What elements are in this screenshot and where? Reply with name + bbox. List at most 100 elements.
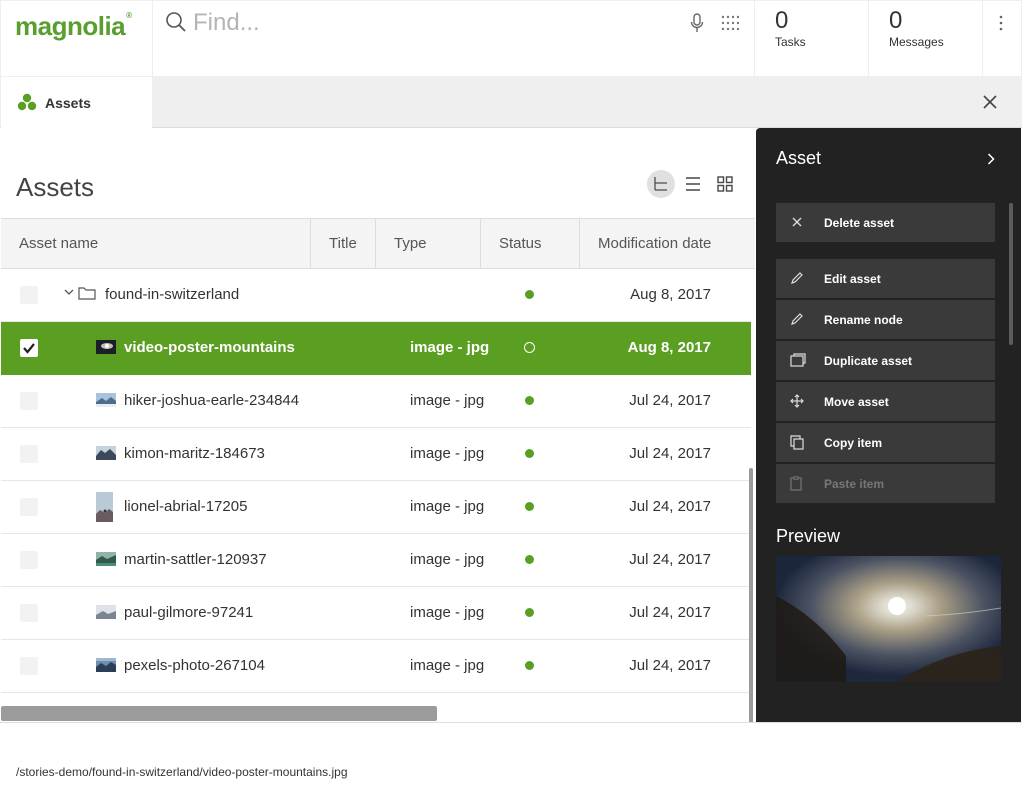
column-header-title[interactable]: Title (311, 219, 376, 269)
top-bar: magnolia® 0 Tasks 0 Messages (0, 0, 1022, 77)
column-header-status[interactable]: Status (481, 219, 580, 269)
asset-name: lionel-abrial-17205 (124, 498, 248, 515)
modification-date: Jul 24, 2017 (629, 604, 711, 621)
tasks-count: 0 (775, 7, 789, 34)
asset-type: image - jpg (410, 604, 485, 621)
column-header-modification-date[interactable]: Modification date (580, 219, 755, 269)
edit-asset-button[interactable]: Edit asset (776, 259, 995, 298)
table-row[interactable]: pexels-photo-267104 image - jpg Jul 24, … (1, 640, 751, 693)
asset-type: image - jpg (410, 657, 485, 674)
status-published-icon (525, 290, 534, 299)
horizontal-scrollbar[interactable] (1, 706, 437, 721)
panel-scrollbar[interactable] (1009, 203, 1013, 345)
preview-image (776, 556, 1001, 682)
status-published-icon (525, 608, 534, 617)
duplicate-asset-button[interactable]: Duplicate asset (776, 341, 995, 380)
close-app-icon[interactable] (982, 94, 998, 110)
asset-type: image - jpg (410, 392, 485, 409)
modification-date: Jul 24, 2017 (629, 657, 711, 674)
table-row[interactable]: paul-gilmore-97241 image - jpg Jul 24, 2… (1, 587, 751, 640)
column-header-asset-name[interactable]: Asset name (1, 219, 311, 269)
move-icon (790, 394, 804, 408)
copy-icon (790, 435, 804, 450)
action-label: Move asset (824, 395, 889, 409)
page-title: Assets (16, 172, 95, 202)
chevron-right-icon[interactable] (987, 153, 995, 165)
row-checkbox[interactable] (20, 551, 38, 569)
modification-date: Aug 8, 2017 (630, 286, 711, 303)
row-checkbox[interactable] (20, 498, 38, 516)
pencil-icon (790, 271, 804, 285)
duplicate-icon (790, 353, 806, 367)
selected-asset-path: /stories-demo/found-in-switzerland/video… (16, 765, 348, 779)
messages-label: Messages (889, 35, 944, 49)
tree-view-button[interactable] (647, 170, 675, 198)
asset-type: image - jpg (410, 551, 485, 568)
grid-view-button[interactable] (711, 170, 739, 198)
move-asset-button[interactable]: Move asset (776, 382, 995, 421)
tasks-indicator[interactable]: 0 Tasks (755, 1, 868, 76)
row-checkbox[interactable] (20, 445, 38, 463)
copy-item-button[interactable]: Copy item (776, 423, 995, 462)
pencil-icon (790, 312, 804, 326)
delete-asset-button[interactable]: Delete asset (776, 203, 995, 242)
microphone-icon[interactable] (690, 13, 704, 33)
list-view-button[interactable] (679, 170, 707, 198)
search-icon[interactable] (165, 11, 187, 33)
table-header: Asset name Title Type Status Modificatio… (1, 218, 755, 269)
asset-name: kimon-maritz-184673 (124, 445, 265, 462)
asset-name: pexels-photo-267104 (124, 657, 265, 674)
rename-node-button[interactable]: Rename node (776, 300, 995, 339)
status-published-icon (525, 661, 534, 670)
clipboard-icon (790, 476, 802, 491)
action-label: Paste item (824, 477, 885, 491)
asset-table-body: found-in-switzerland Aug 8, 2017 video-p… (1, 269, 751, 693)
row-checkbox-checked[interactable] (20, 339, 38, 357)
paste-item-button[interactable]: Paste item (776, 464, 995, 503)
modification-date: Jul 24, 2017 (629, 498, 711, 515)
image-thumbnail (96, 340, 116, 354)
messages-indicator[interactable]: 0 Messages (869, 1, 982, 76)
row-checkbox[interactable] (20, 604, 38, 622)
browser-main: Assets Asset name Title Type Status Modi… (0, 128, 755, 774)
kebab-menu-icon (999, 15, 1003, 31)
asset-type: image - jpg (410, 445, 485, 462)
close-icon (790, 215, 804, 229)
asset-type: image - jpg (410, 498, 485, 515)
table-row[interactable]: lionel-abrial-17205 image - jpg Jul 24, … (1, 481, 751, 534)
folder-icon (78, 286, 96, 300)
action-label: Copy item (824, 436, 883, 450)
tab-assets[interactable]: Assets (1, 77, 152, 128)
asset-type: image - jpg (410, 339, 490, 356)
asset-name: paul-gilmore-97241 (124, 604, 254, 621)
row-checkbox[interactable] (20, 286, 38, 304)
modification-date: Aug 8, 2017 (627, 339, 711, 356)
modification-date: Jul 24, 2017 (629, 445, 711, 462)
table-row[interactable]: found-in-switzerland Aug 8, 2017 (1, 269, 751, 322)
action-label: Rename node (824, 313, 903, 327)
modification-date: Jul 24, 2017 (629, 392, 711, 409)
column-header-type[interactable]: Type (376, 219, 481, 269)
action-label: Duplicate asset (824, 354, 913, 368)
row-checkbox[interactable] (20, 657, 38, 675)
image-thumbnail (96, 605, 116, 619)
row-checkbox[interactable] (20, 392, 38, 410)
status-modified-icon (524, 342, 535, 353)
image-thumbnail (96, 492, 113, 522)
chevron-down-icon[interactable] (64, 287, 74, 297)
asset-name: hiker-joshua-earle-234844 (124, 392, 300, 409)
magnolia-logo: magnolia® (15, 11, 132, 41)
image-thumbnail (96, 393, 116, 407)
table-row[interactable]: kimon-maritz-184673 image - jpg Jul 24, … (1, 428, 751, 481)
status-published-icon (525, 449, 534, 458)
table-row[interactable]: martin-sattler-120937 image - jpg Jul 24… (1, 534, 751, 587)
more-menu-button[interactable] (983, 1, 1021, 76)
tab-label: Assets (45, 95, 91, 111)
table-row[interactable]: hiker-joshua-earle-234844 image - jpg Ju… (1, 375, 751, 428)
preview-heading: Preview (776, 526, 841, 546)
messages-count: 0 (889, 7, 903, 34)
app-launcher-icon[interactable] (721, 15, 739, 31)
table-row-selected[interactable]: video-poster-mountains image - jpg Aug 8… (1, 322, 751, 375)
logo-area[interactable]: magnolia® (1, 1, 152, 76)
search-input[interactable] (193, 9, 633, 37)
